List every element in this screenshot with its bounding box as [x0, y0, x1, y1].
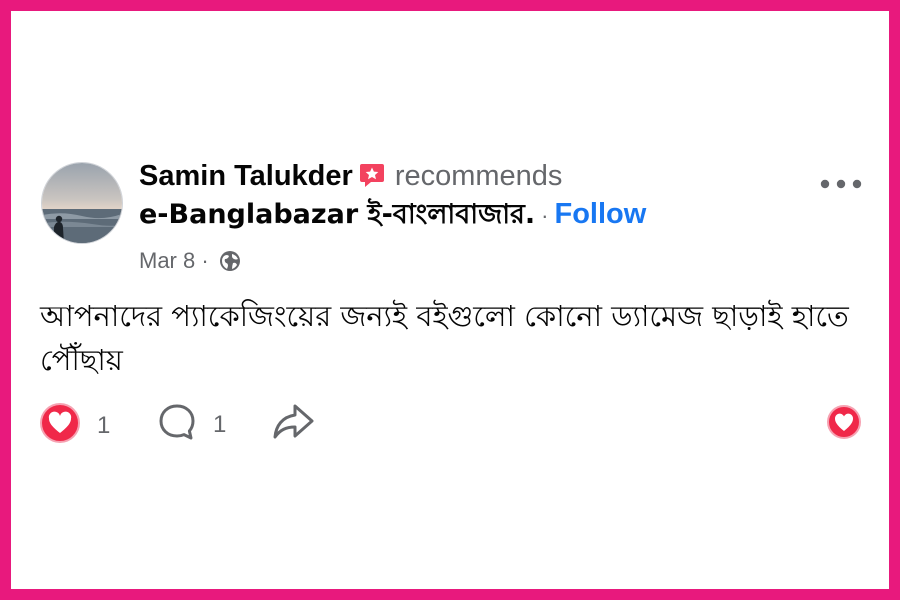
post-body-text: আপনাদের প্যাকেজিংয়ের জন্যই বইগুলো কোনো … — [40, 299, 849, 377]
love-reaction-summary-icon[interactable] — [826, 404, 862, 445]
recommend-badge-icon — [359, 162, 385, 196]
comment-count: 1 — [213, 410, 227, 438]
author-name[interactable]: Samin Talukder — [139, 160, 353, 192]
share-icon — [271, 402, 315, 447]
reaction-bar: 1 1 — [39, 402, 869, 445]
meta-separator: · — [201, 248, 209, 273]
post-header-line: Samin Talukder recommends — [139, 159, 562, 196]
comment-button[interactable]: 1 — [157, 402, 226, 447]
globe-icon — [219, 250, 241, 278]
avatar[interactable] — [41, 162, 123, 244]
post-meta: Mar 8 · — [139, 248, 241, 278]
page-line: e-Banglabazar ই-বাংলাবাজার. · Follow — [139, 197, 646, 233]
share-button[interactable] — [271, 402, 315, 447]
like-button[interactable]: 1 — [39, 402, 110, 449]
recommends-text: recommends — [394, 160, 563, 192]
like-count: 1 — [97, 411, 111, 439]
comment-icon — [157, 402, 197, 447]
love-reaction-icon — [39, 402, 81, 449]
post-card: Samin Talukder recommends e-Banglabazar ই… — [11, 11, 889, 589]
separator-dot: · — [541, 203, 549, 228]
page-name-link[interactable]: e-Banglabazar ই-বাংলাবাজার. — [139, 199, 535, 230]
post-date[interactable]: Mar 8 — [139, 248, 195, 273]
more-options-icon[interactable] — [819, 169, 863, 199]
follow-button[interactable]: Follow — [555, 198, 647, 230]
